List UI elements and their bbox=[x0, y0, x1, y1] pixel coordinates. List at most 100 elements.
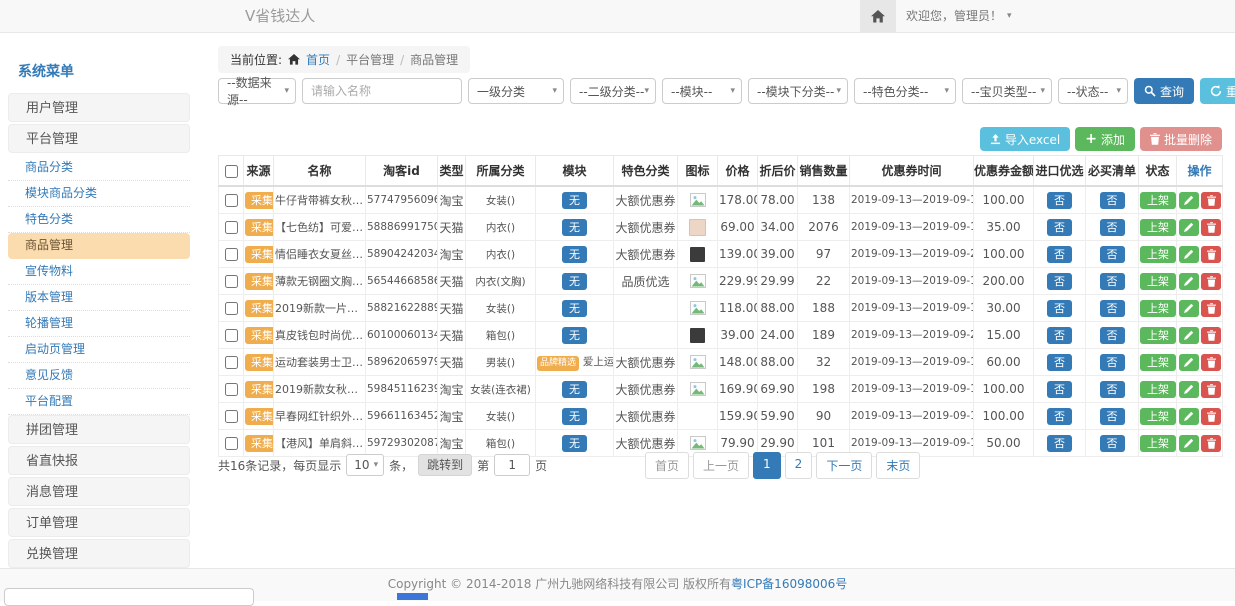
must-buy-toggle[interactable]: 否 bbox=[1100, 381, 1125, 398]
sidebar-item-express-news[interactable]: 省直快报 bbox=[8, 446, 190, 475]
import-toggle[interactable]: 否 bbox=[1047, 381, 1072, 398]
delete-button[interactable] bbox=[1201, 327, 1221, 344]
import-toggle[interactable]: 否 bbox=[1047, 219, 1072, 236]
sidebar-item-exchange-management[interactable]: 兑换管理 bbox=[8, 539, 190, 568]
delete-button[interactable] bbox=[1201, 300, 1221, 317]
add-button[interactable]: + 添加 bbox=[1075, 127, 1135, 151]
sidebar-item-platform-config[interactable]: 平台配置 bbox=[8, 389, 190, 415]
import-toggle[interactable]: 否 bbox=[1047, 435, 1072, 452]
status-badge[interactable]: 上架 bbox=[1140, 246, 1176, 263]
filter-select-status[interactable]: --状态--▾ bbox=[1058, 78, 1128, 104]
name-search-input[interactable] bbox=[302, 78, 462, 104]
sidebar-item-product-category[interactable]: 商品分类 bbox=[8, 155, 190, 181]
filter-select-featured-category[interactable]: --特色分类--▾ bbox=[854, 78, 956, 104]
sidebar-item-carousel-management[interactable]: 轮播管理 bbox=[8, 311, 190, 337]
must-buy-toggle[interactable]: 否 bbox=[1100, 273, 1125, 290]
import-excel-button[interactable]: 导入excel bbox=[980, 127, 1070, 151]
row-checkbox[interactable] bbox=[225, 221, 238, 234]
row-checkbox[interactable] bbox=[225, 302, 238, 315]
must-buy-toggle[interactable]: 否 bbox=[1100, 246, 1125, 263]
sidebar-item-message-management[interactable]: 消息管理 bbox=[8, 477, 190, 506]
home-button[interactable] bbox=[860, 0, 896, 32]
sidebar-item-version-management[interactable]: 版本管理 bbox=[8, 285, 190, 311]
sidebar-item-featured-category[interactable]: 特色分类 bbox=[8, 207, 190, 233]
sidebar-item-order-management[interactable]: 订单管理 bbox=[8, 508, 190, 537]
reset-button[interactable]: 重置 bbox=[1200, 78, 1235, 104]
delete-button[interactable] bbox=[1201, 408, 1221, 425]
delete-button[interactable] bbox=[1201, 192, 1221, 209]
sidebar-item-feedback[interactable]: 意见反馈 bbox=[8, 363, 190, 389]
edit-button[interactable] bbox=[1179, 381, 1199, 398]
page-button-3[interactable]: 2 bbox=[785, 452, 813, 479]
status-badge[interactable]: 上架 bbox=[1140, 435, 1176, 452]
must-buy-toggle[interactable]: 否 bbox=[1100, 300, 1125, 317]
status-badge[interactable]: 上架 bbox=[1140, 300, 1176, 317]
row-checkbox[interactable] bbox=[225, 437, 238, 450]
status-badge[interactable]: 上架 bbox=[1140, 408, 1176, 425]
must-buy-toggle[interactable]: 否 bbox=[1100, 219, 1125, 236]
delete-button[interactable] bbox=[1201, 381, 1221, 398]
filter-select-second-category[interactable]: --二级分类--▾ bbox=[570, 78, 656, 104]
edit-button[interactable] bbox=[1179, 192, 1199, 209]
page-button-4[interactable]: 下一页 bbox=[816, 452, 872, 479]
page-button-2[interactable]: 1 bbox=[753, 452, 781, 479]
select-all-checkbox[interactable] bbox=[225, 165, 238, 178]
row-checkbox[interactable] bbox=[225, 383, 238, 396]
jump-page-input[interactable] bbox=[494, 454, 530, 476]
sidebar-item-user-management[interactable]: 用户管理 bbox=[8, 93, 190, 122]
import-toggle[interactable]: 否 bbox=[1047, 192, 1072, 209]
status-badge[interactable]: 上架 bbox=[1140, 192, 1176, 209]
sidebar-item-platform-management[interactable]: 平台管理 bbox=[8, 124, 190, 153]
edit-button[interactable] bbox=[1179, 219, 1199, 236]
import-toggle[interactable]: 否 bbox=[1047, 408, 1072, 425]
import-toggle[interactable]: 否 bbox=[1047, 300, 1072, 317]
sidebar-item-product-management[interactable]: 商品管理 bbox=[8, 233, 190, 259]
sidebar-item-group-buy-management[interactable]: 拼团管理 bbox=[8, 415, 190, 444]
sidebar-item-module-product-category[interactable]: 模块商品分类 bbox=[8, 181, 190, 207]
sidebar-item-splash-management[interactable]: 启动页管理 bbox=[8, 337, 190, 363]
status-badge[interactable]: 上架 bbox=[1140, 381, 1176, 398]
edit-button[interactable] bbox=[1179, 354, 1199, 371]
edit-button[interactable] bbox=[1179, 273, 1199, 290]
filter-select-module[interactable]: --模块--▾ bbox=[662, 78, 742, 104]
row-checkbox[interactable] bbox=[225, 410, 238, 423]
page-button-1[interactable]: 上一页 bbox=[693, 452, 749, 479]
import-toggle[interactable]: 否 bbox=[1047, 354, 1072, 371]
sidebar-item-promo-materials[interactable]: 宣传物料 bbox=[8, 259, 190, 285]
edit-button[interactable] bbox=[1179, 435, 1199, 452]
bulk-delete-button[interactable]: 批量删除 bbox=[1140, 127, 1222, 151]
row-checkbox[interactable] bbox=[225, 275, 238, 288]
delete-button[interactable] bbox=[1201, 246, 1221, 263]
jump-button[interactable]: 跳转到 bbox=[418, 454, 472, 476]
row-checkbox[interactable] bbox=[225, 248, 238, 261]
edit-button[interactable] bbox=[1179, 246, 1199, 263]
delete-button[interactable] bbox=[1201, 354, 1221, 371]
row-checkbox[interactable] bbox=[225, 329, 238, 342]
delete-button[interactable] bbox=[1201, 273, 1221, 290]
import-toggle[interactable]: 否 bbox=[1047, 327, 1072, 344]
edit-button[interactable] bbox=[1179, 408, 1199, 425]
must-buy-toggle[interactable]: 否 bbox=[1100, 327, 1125, 344]
delete-button[interactable] bbox=[1201, 219, 1221, 236]
must-buy-toggle[interactable]: 否 bbox=[1100, 408, 1125, 425]
row-checkbox[interactable] bbox=[225, 194, 238, 207]
must-buy-toggle[interactable]: 否 bbox=[1100, 192, 1125, 209]
status-badge[interactable]: 上架 bbox=[1140, 273, 1176, 290]
delete-button[interactable] bbox=[1201, 435, 1221, 452]
filter-select-module-subcategory[interactable]: --模块下分类--▾ bbox=[748, 78, 848, 104]
filter-select-data-source[interactable]: --数据来源--▾ bbox=[218, 78, 296, 104]
filter-select-first-category[interactable]: 一级分类▾ bbox=[468, 78, 564, 104]
edit-button[interactable] bbox=[1179, 300, 1199, 317]
user-menu[interactable]: 欢迎您，管理员！ ▾ bbox=[906, 0, 1012, 32]
status-badge[interactable]: 上架 bbox=[1140, 327, 1176, 344]
import-toggle[interactable]: 否 bbox=[1047, 273, 1072, 290]
must-buy-toggle[interactable]: 否 bbox=[1100, 435, 1125, 452]
edit-button[interactable] bbox=[1179, 327, 1199, 344]
page-button-5[interactable]: 末页 bbox=[876, 452, 920, 479]
per-page-select[interactable]: 10 ▾ bbox=[346, 454, 384, 476]
search-button[interactable]: 查询 bbox=[1134, 78, 1194, 104]
status-badge[interactable]: 上架 bbox=[1140, 354, 1176, 371]
must-buy-toggle[interactable]: 否 bbox=[1100, 354, 1125, 371]
status-badge[interactable]: 上架 bbox=[1140, 219, 1176, 236]
import-toggle[interactable]: 否 bbox=[1047, 246, 1072, 263]
